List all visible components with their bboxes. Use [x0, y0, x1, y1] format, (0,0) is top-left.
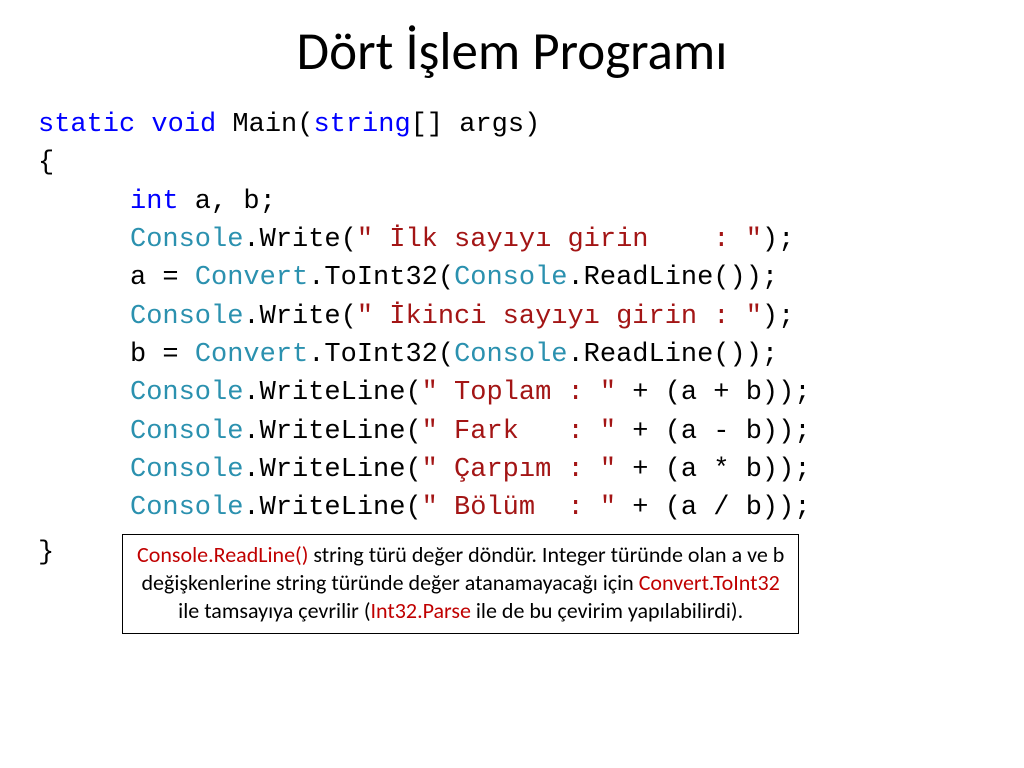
quote: " [600, 455, 616, 485]
quote: " [600, 378, 616, 408]
note-text: ile de bu çevirim yapılabilirdi). [471, 597, 743, 624]
note-int32parse: Int32.Parse [371, 597, 471, 624]
string-literal: Toplam : [438, 378, 600, 408]
line-end: ); [762, 225, 794, 255]
quote: " [422, 493, 438, 523]
line-end: + (a / b)); [616, 493, 810, 523]
assign-b: b = [130, 340, 195, 370]
note-text: ile tamsayıya çevrilir ( [178, 597, 370, 624]
method-toint32: .ToInt32( [308, 340, 454, 370]
type-string: string [313, 110, 410, 140]
keyword-int: int [130, 187, 179, 217]
vars-decl: a, b; [179, 187, 276, 217]
method-writeline: .WriteLine( [243, 455, 421, 485]
method-write: .Write( [243, 302, 356, 332]
note-box: Console.ReadLine() string türü değer dön… [122, 534, 799, 634]
method-readline: .ReadLine()); [567, 263, 778, 293]
keyword-static: static [38, 110, 135, 140]
note-convert: Convert.ToInt32 [639, 569, 780, 596]
class-console: Console [130, 493, 243, 523]
class-convert: Convert [195, 340, 308, 370]
keyword-void: void [151, 110, 216, 140]
quote: " [600, 493, 616, 523]
quote: " [422, 378, 438, 408]
quote: " [357, 225, 373, 255]
line-end: + (a - b)); [616, 417, 810, 447]
string-literal: Bölüm : [438, 493, 600, 523]
quote: " [422, 417, 438, 447]
params-rest: [] args) [411, 110, 541, 140]
note-readline: Console.ReadLine() [137, 541, 308, 568]
slide-title: Dört İşlem Programı [30, 20, 994, 84]
quote: " [357, 302, 373, 332]
class-console: Console [130, 455, 243, 485]
slide-container: Dört İşlem Programı static void Main(str… [0, 0, 1024, 768]
line-end: + (a + b)); [616, 378, 810, 408]
method-writeline: .WriteLine( [243, 378, 421, 408]
method-readline: .ReadLine()); [567, 340, 778, 370]
class-convert: Convert [195, 263, 308, 293]
class-console: Console [130, 302, 243, 332]
string-literal: Çarpım : [438, 455, 600, 485]
quote: " [746, 302, 762, 332]
method-write: .Write( [243, 225, 356, 255]
string-literal: Fark : [438, 417, 600, 447]
quote: " [600, 417, 616, 447]
method-toint32: .ToInt32( [308, 263, 454, 293]
note-text: string türü değer döndür. Integer türünd… [308, 541, 784, 568]
method-main: Main( [216, 110, 313, 140]
note-text: değişkenlerine string türünde değer atan… [142, 569, 639, 596]
assign-a: a = [130, 263, 195, 293]
line-end: ); [762, 302, 794, 332]
class-console: Console [454, 263, 567, 293]
line-end: + (a * b)); [616, 455, 810, 485]
string-literal: İlk sayıyı girin : [373, 225, 746, 255]
method-writeline: .WriteLine( [243, 493, 421, 523]
quote: " [746, 225, 762, 255]
brace-close: } [30, 528, 76, 568]
bottom-row: } Console.ReadLine() string türü değer d… [30, 528, 994, 634]
class-console: Console [130, 225, 243, 255]
class-console: Console [130, 378, 243, 408]
quote: " [422, 455, 438, 485]
code-block: static void Main(string[] args) { int a,… [30, 106, 994, 528]
class-console: Console [130, 417, 243, 447]
string-literal: İkinci sayıyı girin : [373, 302, 746, 332]
class-console: Console [454, 340, 567, 370]
brace-open: { [38, 148, 54, 178]
method-writeline: .WriteLine( [243, 417, 421, 447]
